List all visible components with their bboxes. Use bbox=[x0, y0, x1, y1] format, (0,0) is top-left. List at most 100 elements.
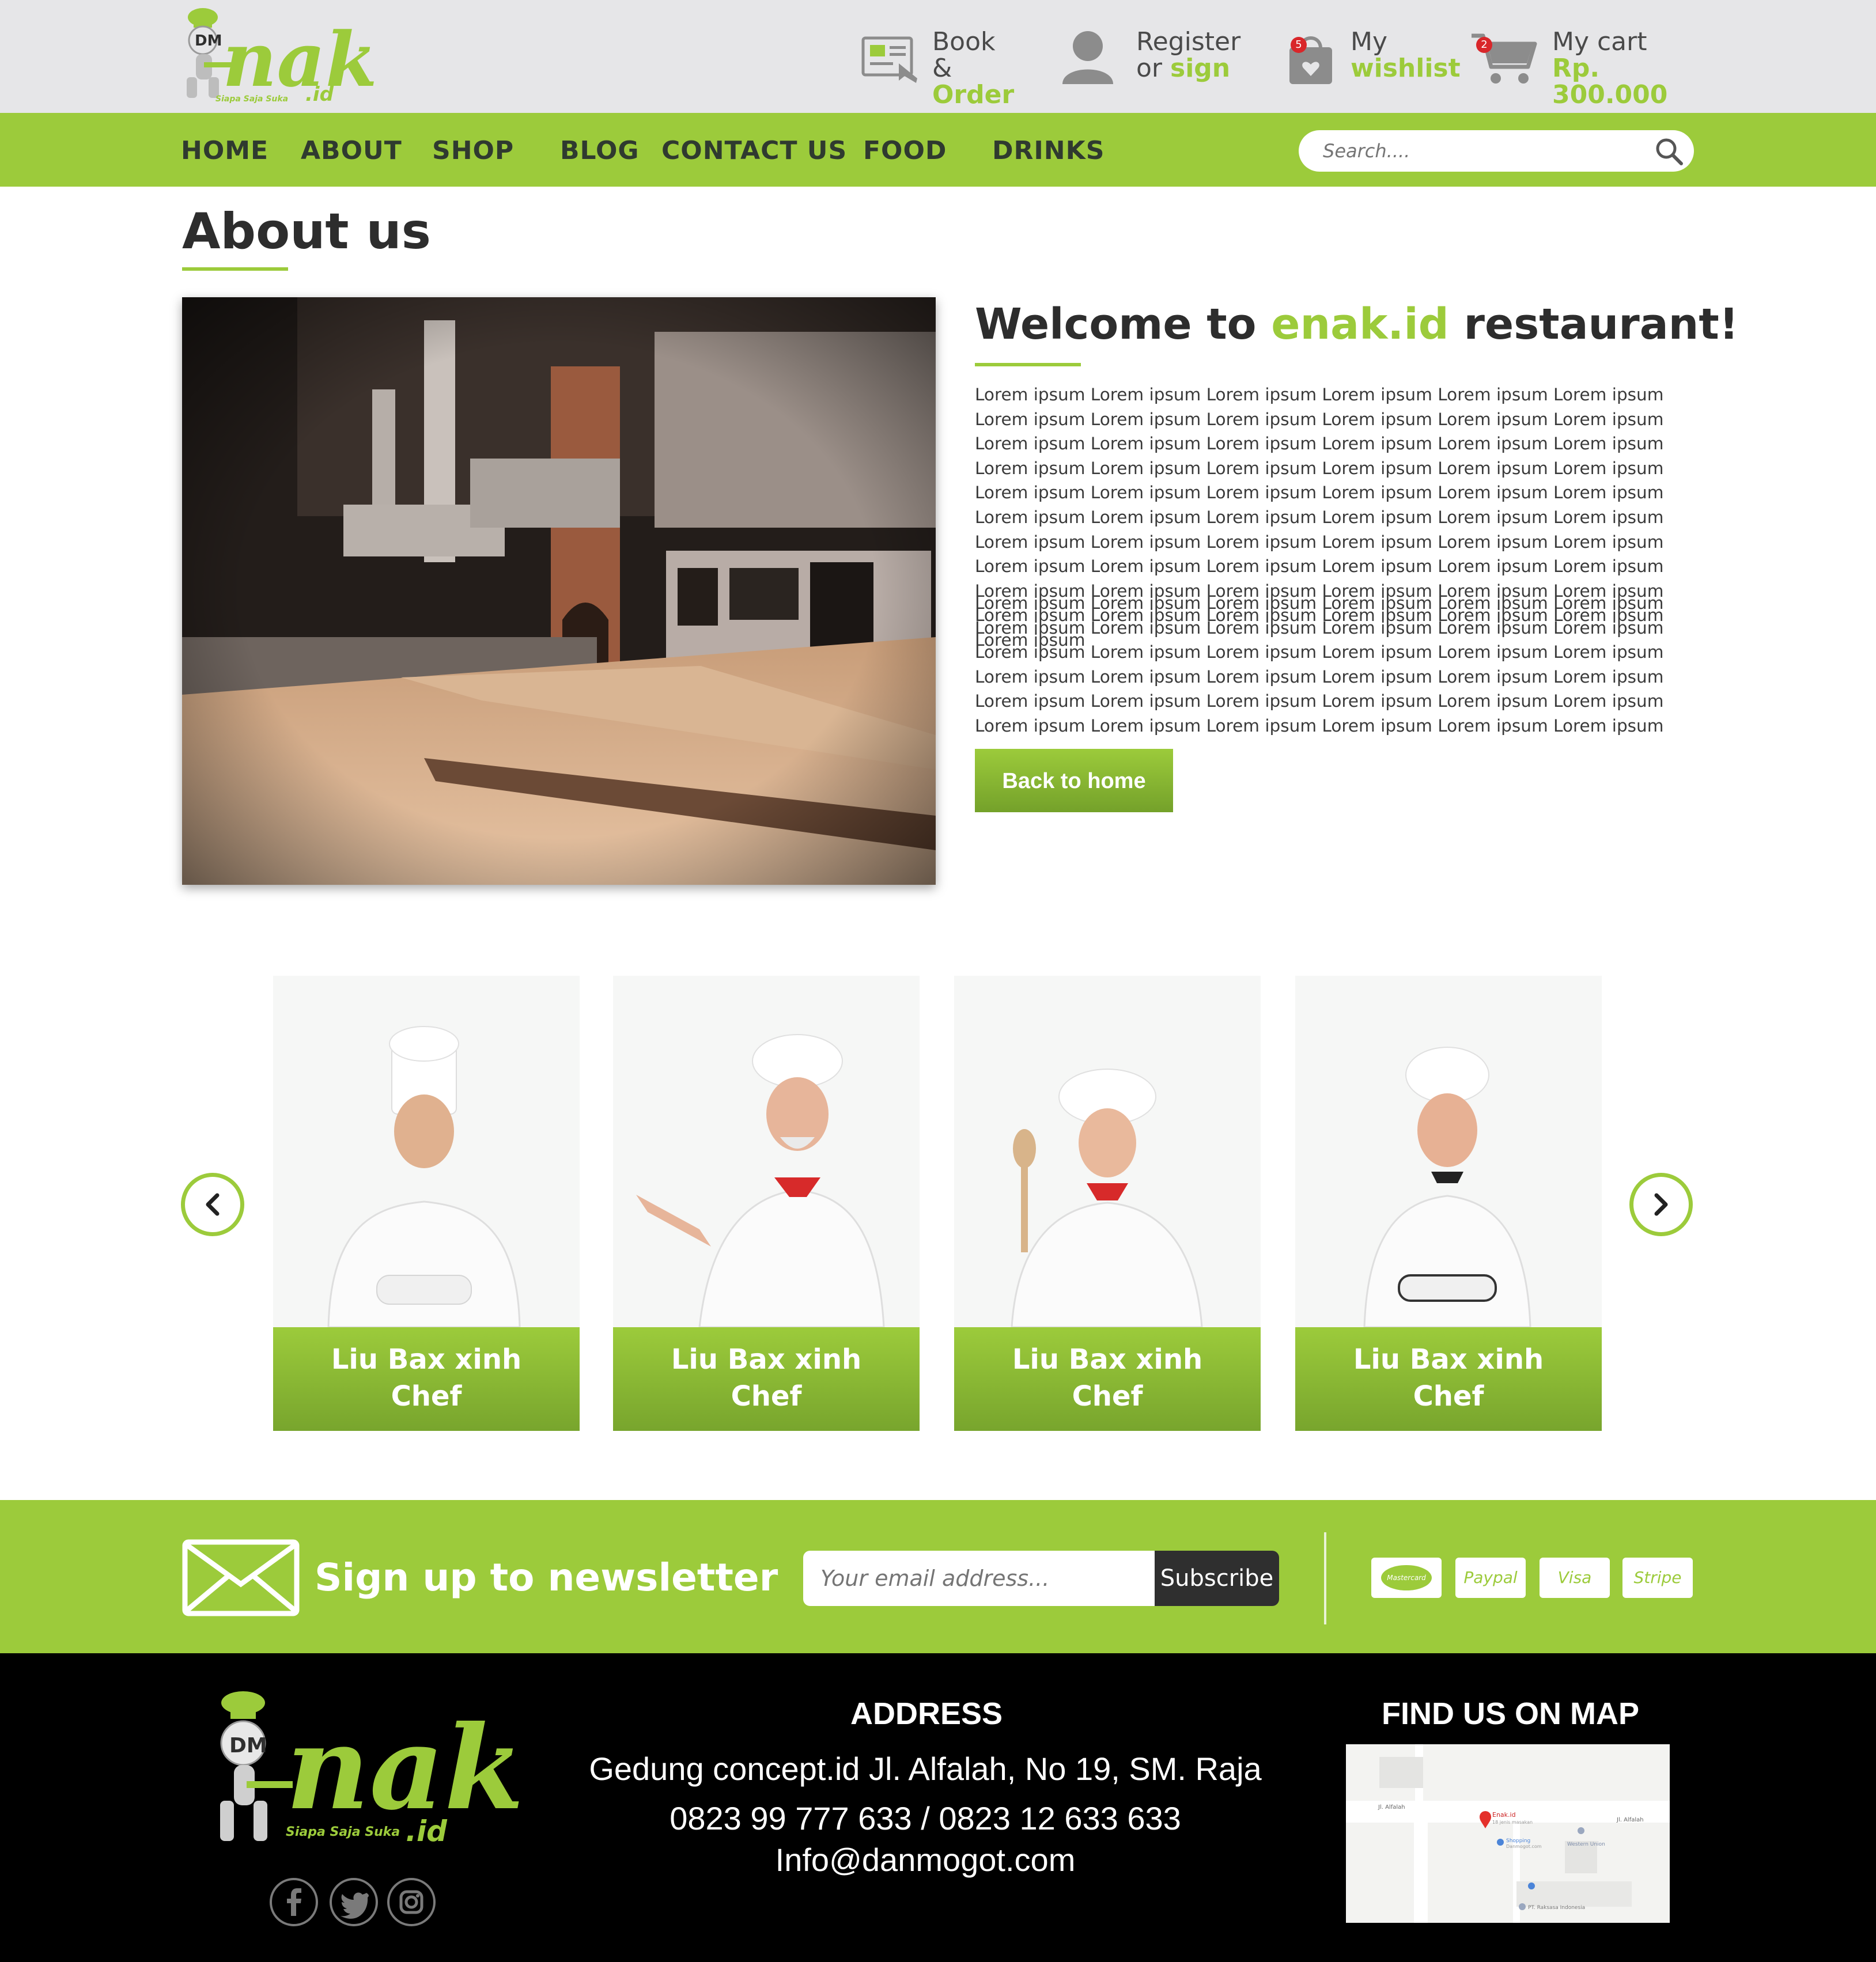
main-nav: HOME ABOUT SHOP BLOG CONTACT US FOOD DRI… bbox=[0, 113, 1876, 187]
site-footer: DM nak .id Siapa Saja Suka ADDRESS Gedun… bbox=[0, 1653, 1876, 1962]
welcome-underline bbox=[975, 363, 1081, 366]
register-label: Register bbox=[1136, 27, 1241, 56]
logo-mark: DM bbox=[195, 32, 222, 50]
welcome-heading: Welcome to enak.id restaurant! bbox=[975, 300, 1739, 349]
nav-drinks[interactable]: DRINKS bbox=[992, 136, 1105, 165]
svg-text:Jl. Alfalah: Jl. Alfalah bbox=[1378, 1804, 1405, 1811]
address-text: Gedung concept.id Jl. Alfalah, No 19, SM… bbox=[589, 1751, 1262, 1787]
search-input[interactable] bbox=[1322, 137, 1644, 165]
svg-text:Enak.id: Enak.id bbox=[1492, 1811, 1516, 1819]
brand-logo[interactable]: DM nak .id Siapa Saja Suka bbox=[173, 5, 377, 108]
book-label: Book bbox=[932, 27, 996, 56]
booking-card-icon bbox=[861, 36, 917, 83]
svg-text:18 jenis masakan: 18 jenis masakan bbox=[1492, 1820, 1533, 1825]
sign-label: or sign bbox=[1136, 54, 1231, 83]
facebook-link[interactable] bbox=[270, 1878, 318, 1926]
nav-about[interactable]: ABOUT bbox=[301, 136, 402, 165]
register-link[interactable]: Register or sign bbox=[1060, 23, 1250, 92]
top-header: DM nak .id Siapa Saja Suka Book & Order … bbox=[0, 0, 1876, 113]
newsletter-email-input[interactable] bbox=[803, 1551, 1156, 1606]
logo-suffix: .id bbox=[305, 83, 334, 106]
my-label: My bbox=[1351, 27, 1388, 56]
map-title: FIND US ON MAP bbox=[1382, 1696, 1640, 1731]
mastercard-icon: Mastercard bbox=[1381, 1565, 1432, 1590]
svg-text:Danmogot.com: Danmogot.com bbox=[1506, 1844, 1542, 1849]
logo-tagline: Siapa Saja Suka bbox=[215, 94, 289, 104]
nav-food[interactable]: FOOD bbox=[863, 136, 947, 165]
nav-contact-us[interactable]: CONTACT US bbox=[661, 136, 847, 165]
newsletter-title: Sign up to newsletter bbox=[315, 1555, 778, 1600]
cart-total: Rp. 300.000 bbox=[1552, 54, 1668, 109]
location-map[interactable]: Jl. Alfalah Jl. Alfalah Enak.id 18 jenis… bbox=[1346, 1744, 1670, 1923]
chef-role: Chef bbox=[391, 1380, 462, 1412]
carousel-prev-button[interactable] bbox=[181, 1173, 244, 1236]
twitter-icon bbox=[341, 1892, 369, 1919]
chef-caption: Liu Bax xinh Chef bbox=[954, 1327, 1261, 1431]
chef-card[interactable]: Liu Bax xinh Chef bbox=[613, 976, 920, 1431]
chef-name: Liu Bax xinh bbox=[1012, 1343, 1203, 1376]
svg-text:PT. Raksasa Indonesia: PT. Raksasa Indonesia bbox=[1528, 1905, 1585, 1911]
chevron-right-icon bbox=[1654, 1193, 1668, 1216]
newsletter-band: Sign up to newsletter Subscribe Masterca… bbox=[0, 1500, 1876, 1653]
address-title: ADDRESS bbox=[850, 1696, 1003, 1731]
chef-photo bbox=[1011, 1069, 1203, 1327]
logo-text: nak bbox=[286, 1700, 524, 1836]
chef-name: Liu Bax xinh bbox=[671, 1343, 862, 1376]
chef-role: Chef bbox=[1413, 1380, 1484, 1412]
svg-text:Jl. Alfalah: Jl. Alfalah bbox=[1616, 1817, 1644, 1823]
chef-caption: Liu Bax xinh Chef bbox=[273, 1327, 580, 1431]
newsletter-divider bbox=[1324, 1532, 1326, 1624]
chef-name: Liu Bax xinh bbox=[331, 1343, 522, 1376]
title-underline bbox=[182, 267, 288, 271]
chef-card[interactable]: Liu Bax xinh Chef bbox=[1295, 976, 1602, 1431]
contact-email[interactable]: Info@danmogot.com bbox=[551, 1841, 1300, 1878]
footer-logo[interactable]: DM nak .id Siapa Saja Suka bbox=[205, 1688, 524, 1861]
search-icon[interactable] bbox=[1655, 137, 1684, 166]
order-label: & Order bbox=[932, 54, 1015, 109]
chef-name: Liu Bax xinh bbox=[1353, 1343, 1544, 1376]
payment-stripe: Stripe bbox=[1622, 1558, 1693, 1598]
logo-mark: DM bbox=[229, 1734, 267, 1758]
kitchen-photo bbox=[182, 297, 936, 885]
svg-text:Mastercard: Mastercard bbox=[1387, 1574, 1426, 1582]
my-cart-label: My cart bbox=[1552, 27, 1647, 56]
instagram-icon bbox=[399, 1890, 423, 1914]
chef-caption: Liu Bax xinh Chef bbox=[1295, 1327, 1602, 1431]
svg-text:Shopping: Shopping bbox=[1506, 1838, 1530, 1844]
nav-blog[interactable]: BLOG bbox=[560, 136, 640, 165]
nav-shop[interactable]: SHOP bbox=[432, 136, 514, 165]
chef-photo bbox=[1363, 1047, 1531, 1327]
cart-link[interactable]: 2 My cart Rp. 300.000 bbox=[1470, 23, 1701, 108]
cart-count-badge: 2 bbox=[1476, 37, 1492, 53]
chef-card[interactable]: Liu Bax xinh Chef bbox=[273, 976, 580, 1431]
wishlist-link[interactable]: 5 My wishlist bbox=[1286, 23, 1461, 92]
subscribe-button[interactable]: Subscribe bbox=[1155, 1551, 1279, 1606]
chef-caption: Liu Bax xinh Chef bbox=[613, 1327, 920, 1431]
facebook-icon bbox=[287, 1888, 301, 1916]
user-icon bbox=[1062, 31, 1113, 84]
svg-text:Western Union: Western Union bbox=[1567, 1842, 1605, 1847]
payment-visa: Visa bbox=[1540, 1558, 1610, 1598]
chef-photo bbox=[636, 1034, 885, 1327]
logo-text: nak bbox=[222, 16, 377, 104]
payment-paypal: Paypal bbox=[1455, 1558, 1526, 1598]
chef-role: Chef bbox=[1072, 1380, 1143, 1412]
instagram-link[interactable] bbox=[387, 1878, 436, 1926]
back-to-home-button[interactable]: Back to home bbox=[975, 749, 1173, 812]
logo-suffix: .id bbox=[406, 1815, 447, 1848]
logo-tagline: Siapa Saja Suka bbox=[286, 1825, 400, 1839]
twitter-link[interactable] bbox=[330, 1878, 378, 1926]
payment-mastercard: Mastercard bbox=[1371, 1558, 1442, 1598]
book-order-link[interactable]: Book & Order bbox=[861, 23, 1034, 108]
page-title: About us bbox=[182, 203, 431, 260]
phone-numbers: 0823 99 777 633 / 0823 12 633 633 bbox=[670, 1800, 1181, 1836]
chef-card[interactable]: Liu Bax xinh Chef bbox=[954, 976, 1261, 1431]
wishlist-label: wishlist bbox=[1351, 54, 1461, 83]
chef-role: Chef bbox=[731, 1380, 802, 1412]
carousel-next-button[interactable] bbox=[1629, 1173, 1693, 1236]
search-box bbox=[1299, 130, 1694, 172]
chef-photo bbox=[327, 1026, 521, 1327]
nav-home[interactable]: HOME bbox=[181, 136, 268, 165]
envelope-icon bbox=[182, 1539, 300, 1616]
wishlist-count-badge: 5 bbox=[1291, 37, 1307, 53]
